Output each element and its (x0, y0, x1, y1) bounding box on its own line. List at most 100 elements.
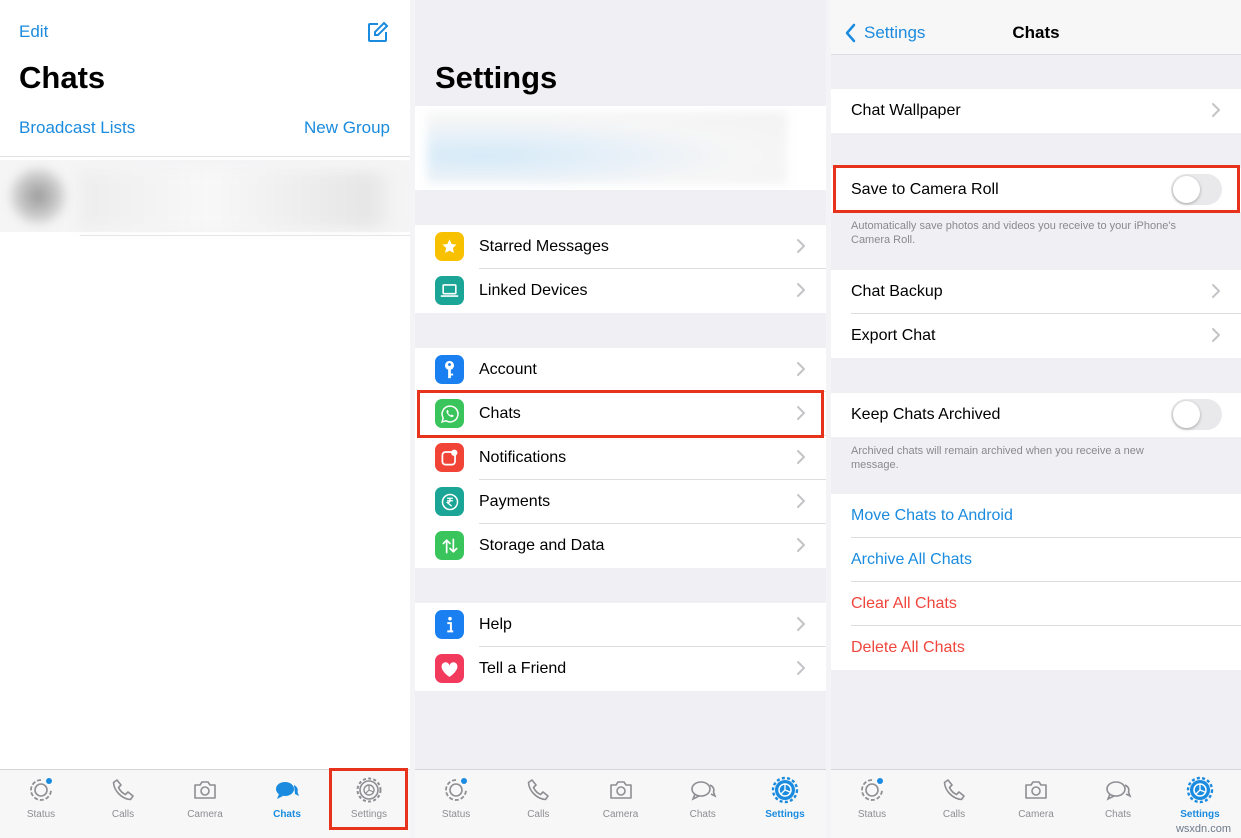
settings-tab-highlight (329, 768, 408, 830)
chat-wallpaper-row[interactable]: Chat Wallpaper (831, 89, 1241, 133)
blurred-chat-preview (80, 172, 400, 228)
settings-row-payments[interactable]: Payments (415, 480, 826, 524)
tab-label: Camera (1018, 809, 1054, 820)
chevron-right-icon (797, 362, 805, 376)
delete-all-row[interactable]: Delete All Chats (831, 626, 1241, 670)
camera-roll-highlight (833, 165, 1240, 213)
tab-calls[interactable]: Calls (497, 770, 579, 838)
edit-button[interactable]: Edit (19, 22, 48, 42)
archive-all-button[interactable]: Archive All Chats (851, 551, 972, 569)
chats-screen: Edit Chats Broadcast Lists New Group Sta… (0, 0, 410, 838)
backup-group: Chat Backup Export Chat (831, 270, 1241, 358)
tab-label: Status (857, 809, 887, 820)
row-label: Keep Chats Archived (851, 406, 1001, 423)
clear-all-row[interactable]: Clear All Chats (831, 582, 1241, 626)
chats-icon (690, 781, 717, 801)
delete-all-button[interactable]: Delete All Chats (851, 639, 965, 657)
chats-icon (1106, 781, 1132, 801)
camera-icon (194, 781, 216, 799)
export-chat-row[interactable]: Export Chat (831, 314, 1241, 358)
wallpaper-group: Chat Wallpaper (831, 89, 1241, 133)
arrows-updown-icon (435, 531, 464, 560)
settings-row-notifications[interactable]: Notifications (415, 436, 826, 480)
tab-chats[interactable]: Chats (246, 770, 328, 838)
new-group-link[interactable]: New Group (304, 118, 390, 138)
settings-group-1: Starred Messages Linked Devices (415, 225, 826, 313)
tab-label: Chats (689, 809, 716, 820)
move-to-android-row[interactable]: Move Chats to Android (831, 494, 1241, 538)
chat-settings-screen: Settings Chats Chat Wallpaper Save to Ca… (831, 0, 1241, 838)
rupee-icon (435, 487, 464, 516)
chevron-right-icon (797, 661, 805, 675)
row-label: Linked Devices (479, 282, 588, 299)
tab-label: Status (26, 809, 56, 820)
settings-row-linked-devices[interactable]: Linked Devices (415, 269, 826, 313)
settings-row-starred-messages[interactable]: Starred Messages (415, 225, 826, 269)
info-icon (435, 610, 464, 639)
tab-label: Settings (765, 809, 805, 820)
tab-status[interactable]: Status (0, 770, 82, 838)
tab-label: Chats (1104, 809, 1132, 820)
tab-label: Settings (1180, 809, 1220, 820)
chevron-right-icon (1212, 328, 1220, 342)
gear-icon (771, 776, 799, 804)
camera-icon (1025, 781, 1047, 799)
chat-backup-row[interactable]: Chat Backup (831, 270, 1241, 314)
tab-bar: Status Calls Camera Chats Settings (415, 769, 826, 838)
row-label: Account (479, 361, 537, 378)
tab-label: Calls (942, 809, 966, 820)
blurred-profile (427, 112, 787, 184)
chevron-right-icon (797, 283, 805, 297)
chevron-right-icon (797, 617, 805, 631)
tab-label: Calls (527, 809, 550, 820)
archived-group: Keep Chats Archived (831, 393, 1241, 437)
broadcast-lists-link[interactable]: Broadcast Lists (19, 118, 135, 138)
keep-archived-row: Keep Chats Archived (831, 393, 1241, 437)
phone-icon (527, 779, 550, 801)
settings-group-2: Account Chats Notifications Payments Storage… (415, 348, 826, 568)
tab-label: Chats (273, 809, 301, 820)
phone-icon (943, 779, 965, 801)
tab-calls[interactable]: Calls (913, 770, 995, 838)
notification-icon (435, 443, 464, 472)
clear-all-button[interactable]: Clear All Chats (851, 595, 957, 613)
chats-icon (276, 782, 299, 799)
phone-icon (112, 779, 134, 801)
move-chats-android-button[interactable]: Move Chats to Android (851, 507, 1013, 525)
row-label: Tell a Friend (479, 660, 567, 677)
page-title: Settings (435, 60, 558, 95)
settings-row-storage-and-data[interactable]: Storage and Data (415, 524, 826, 568)
tab-camera[interactable]: Camera (995, 770, 1077, 838)
tab-status[interactable]: Status (831, 770, 913, 838)
tab-chats[interactable]: Chats (1077, 770, 1159, 838)
row-label: Help (479, 616, 512, 633)
star-icon (435, 232, 464, 261)
camera-icon (609, 781, 632, 799)
gear-icon (1186, 776, 1214, 804)
keep-archived-toggle[interactable] (1171, 399, 1222, 430)
archive-all-row[interactable]: Archive All Chats (831, 538, 1241, 582)
tab-calls[interactable]: Calls (82, 770, 164, 838)
tab-chats[interactable]: Chats (662, 770, 744, 838)
laptop-icon (435, 276, 464, 305)
row-label: Payments (479, 493, 551, 510)
row-label: Notifications (479, 449, 567, 466)
status-icon (861, 778, 883, 801)
tab-camera[interactable]: Camera (164, 770, 246, 838)
row-label: Storage and Data (479, 537, 605, 554)
avatar (8, 166, 68, 226)
tab-camera[interactable]: Camera (579, 770, 661, 838)
status-icon (445, 778, 468, 801)
actions-group: Move Chats to Android Archive All Chats … (831, 494, 1241, 670)
chevron-right-icon (797, 239, 805, 253)
row-label: Chat Backup (851, 283, 943, 300)
compose-icon[interactable] (366, 20, 390, 44)
divider (0, 156, 410, 157)
row-label: Starred Messages (479, 238, 609, 255)
tab-settings[interactable]: Settings (744, 770, 826, 838)
settings-row-account[interactable]: Account (415, 348, 826, 392)
heart-icon (435, 654, 464, 683)
settings-row-help[interactable]: Help (415, 603, 826, 647)
settings-row-tell-a-friend[interactable]: Tell a Friend (415, 647, 826, 691)
tab-status[interactable]: Status (415, 770, 497, 838)
